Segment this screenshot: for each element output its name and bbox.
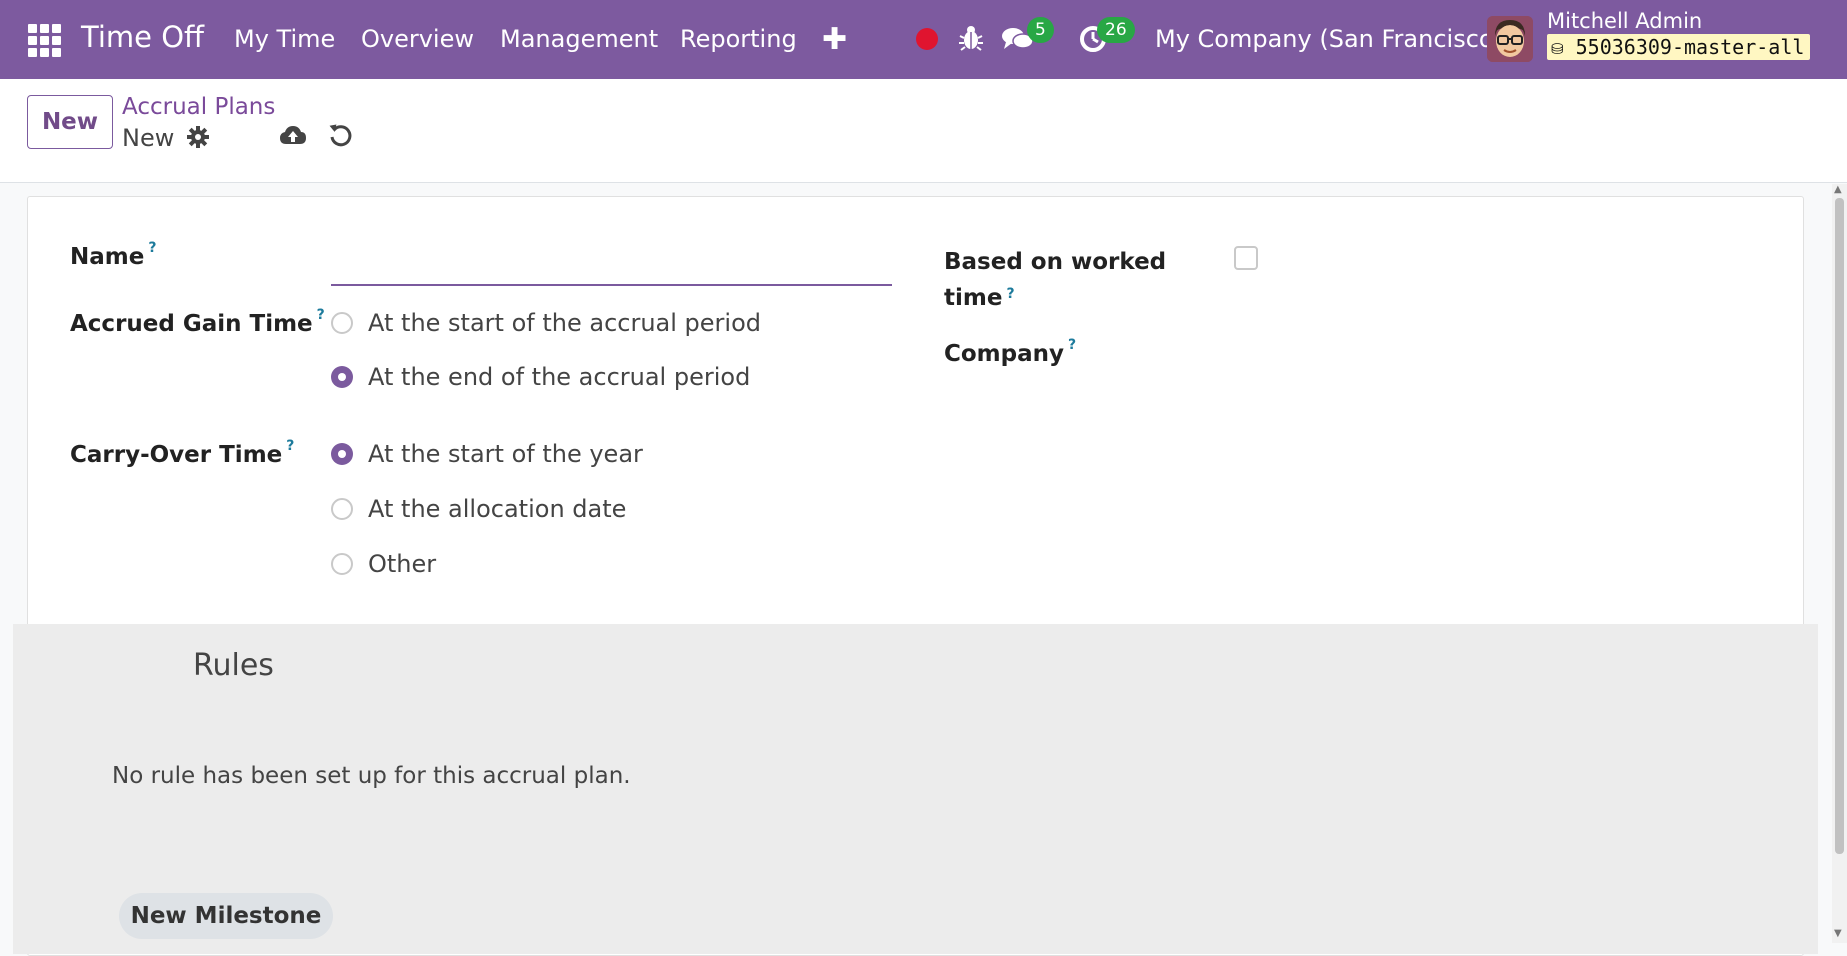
name-label-text: Name: [70, 244, 145, 270]
user-name[interactable]: Mitchell Admin: [1547, 9, 1702, 33]
control-panel: [0, 79, 1847, 183]
app-menu-grid-icon[interactable]: [28, 24, 61, 57]
breadcrumb-accrual-plans[interactable]: Accrual Plans: [122, 94, 275, 120]
messages-count-badge: 5: [1027, 17, 1054, 43]
avatar-face-icon: [1487, 16, 1533, 62]
radio-button[interactable]: [331, 312, 353, 334]
name-input[interactable]: [331, 248, 892, 286]
radio-label: Other: [368, 550, 437, 578]
based-on-worked-time-checkbox[interactable]: [1234, 246, 1258, 270]
radio-label: At the start of the year: [368, 440, 643, 468]
record-icon[interactable]: [916, 28, 938, 50]
company-help-icon[interactable]: ?: [1068, 337, 1076, 353]
cloud-upload-icon[interactable]: [279, 124, 307, 148]
database-name: 55036309-master-all: [1575, 35, 1805, 59]
company-label-text: Company: [944, 341, 1064, 367]
accrued-gain-time-label-text: Accrued Gain Time: [70, 311, 313, 337]
based-on-worked-time-line2: time: [944, 285, 1003, 311]
company-switcher[interactable]: My Company (San Francisco): [1155, 25, 1503, 53]
carry-over-time-label-text: Carry-Over Time: [70, 442, 283, 468]
radio-button[interactable]: [331, 553, 353, 575]
radio-label: At the end of the accrual period: [368, 363, 751, 391]
menu-reporting[interactable]: Reporting: [680, 25, 797, 53]
menu-my-time[interactable]: My Time: [234, 25, 335, 53]
accrued-gain-help-icon[interactable]: ?: [317, 307, 325, 323]
app-title[interactable]: Time Off: [81, 20, 204, 54]
rules-empty-message: No rule has been set up for this accrual…: [112, 763, 631, 789]
radio-button-checked[interactable]: [331, 443, 353, 465]
new-button[interactable]: New: [27, 95, 113, 149]
radio-label: At the start of the accrual period: [368, 309, 761, 337]
plus-icon[interactable]: ✚: [822, 22, 847, 57]
based-on-worked-help-icon[interactable]: ?: [1006, 286, 1014, 302]
scrollbar-thumb[interactable]: [1835, 198, 1844, 854]
database-tag: ⛁ 55036309-master-all: [1547, 34, 1811, 60]
carry-over-time-label: Carry-Over Time?: [70, 438, 294, 468]
user-avatar[interactable]: [1487, 16, 1533, 62]
bug-icon[interactable]: [958, 24, 984, 52]
name-help-icon[interactable]: ?: [148, 240, 156, 256]
based-on-worked-time-line1: Based on worked: [944, 249, 1167, 275]
scroll-down-arrow-icon[interactable]: ▼: [1834, 928, 1842, 939]
radio-carry-allocation-date[interactable]: At the allocation date: [331, 495, 626, 523]
radio-button[interactable]: [331, 498, 353, 520]
database-icon: ⛁: [1551, 40, 1564, 58]
radio-label: At the allocation date: [368, 495, 627, 523]
top-navbar: Time Off My Time Overview Management Rep…: [0, 0, 1847, 79]
menu-overview[interactable]: Overview: [361, 25, 474, 53]
rules-title: Rules: [193, 648, 274, 683]
scroll-up-arrow-icon[interactable]: ▲: [1834, 184, 1842, 195]
radio-carry-other[interactable]: Other: [331, 550, 436, 578]
radio-accrual-start[interactable]: At the start of the accrual period: [331, 309, 761, 337]
breadcrumb-current: New: [122, 124, 175, 152]
carry-over-help-icon[interactable]: ?: [286, 438, 294, 454]
based-on-worked-time-label: Based on worked time?: [944, 244, 1166, 316]
name-label: Name?: [70, 240, 156, 270]
accrued-gain-time-label: Accrued Gain Time?: [70, 307, 325, 337]
radio-button-checked[interactable]: [331, 366, 353, 388]
company-label: Company?: [944, 337, 1076, 367]
activities-count-badge: 26: [1097, 17, 1135, 43]
gear-icon[interactable]: [186, 125, 210, 149]
radio-accrual-end[interactable]: At the end of the accrual period: [331, 363, 750, 391]
menu-management[interactable]: Management: [500, 25, 658, 53]
discard-undo-icon[interactable]: [328, 122, 354, 148]
radio-carry-year-start[interactable]: At the start of the year: [331, 440, 643, 468]
new-milestone-button[interactable]: New Milestone: [119, 893, 333, 939]
